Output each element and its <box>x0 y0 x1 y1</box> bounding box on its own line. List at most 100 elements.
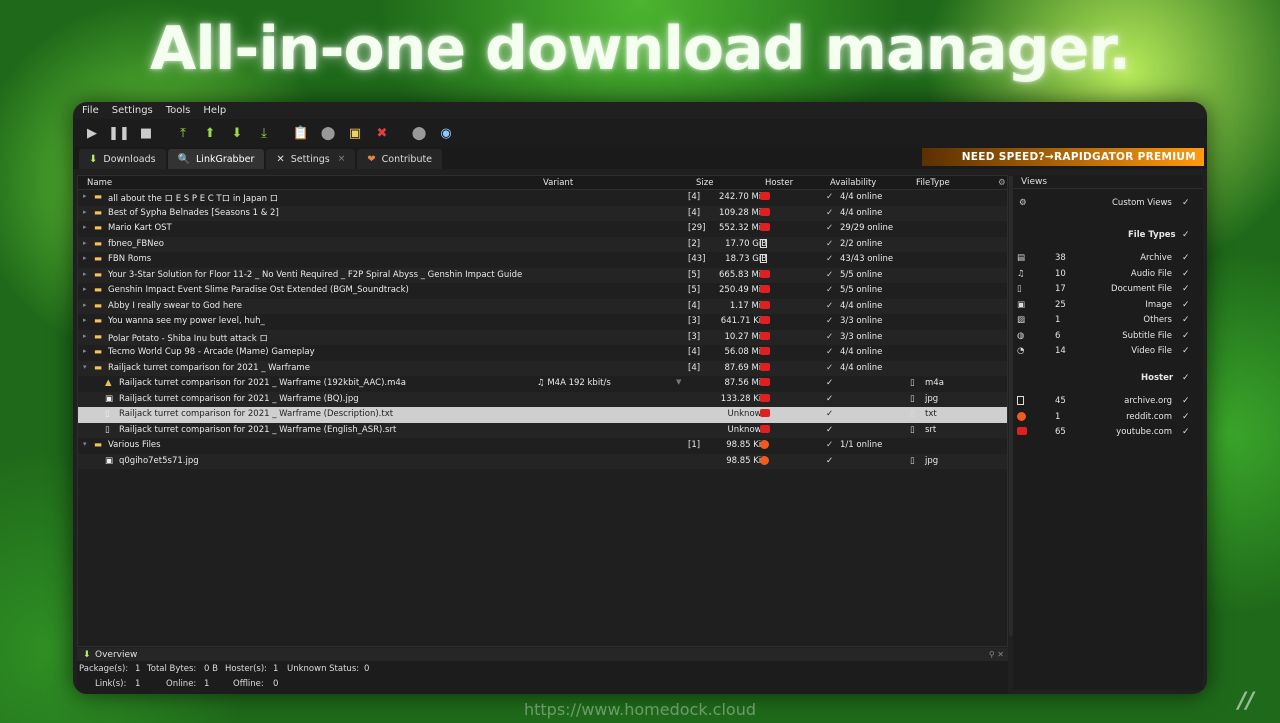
filetype-view-row[interactable]: ◍ 6 Subtitle File ✓ <box>1013 329 1203 344</box>
overview-header[interactable]: ⬇ Overview ⚲ ✕ <box>77 648 1008 661</box>
col-size[interactable]: Size <box>696 178 713 188</box>
filetype-view-row[interactable]: ▤ 38 Archive ✓ <box>1013 251 1203 266</box>
stop-icon[interactable]: ■ <box>135 122 157 144</box>
hoster-checkbox[interactable]: ✓ <box>1182 412 1190 422</box>
reddit-icon <box>760 440 769 452</box>
package-row[interactable]: ▸ ▬ Polar Potato - Shiba Inu butt attack ロ… <box>78 329 1007 345</box>
move-up-icon[interactable]: ⬆ <box>199 122 221 144</box>
filetype-view-row[interactable]: ♫ 10 Audio File ✓ <box>1013 267 1203 282</box>
row-count: [4] <box>688 207 701 218</box>
package-row[interactable]: ▾ ▬ Various Files [1] 98.85 KiB ✓ 1/1 online <box>78 438 1007 454</box>
package-row[interactable]: ▾ ▬ Railjack turret comparison for 2021 _ … <box>78 360 1007 376</box>
package-row[interactable]: ▸ ▬ Best of Sypha Belnades [Seasons 1 & 2]… <box>78 205 1007 221</box>
custom-views-row[interactable]: ⚙ Custom Views ✓ <box>1013 196 1203 211</box>
reconnect-icon[interactable]: ⬤ <box>317 122 339 144</box>
package-row[interactable]: ▸ ▬ fbneo_FBNeo [2] 17.70 GiB ✓ 2/2 online <box>78 236 1007 252</box>
row-variant[interactable]: ♫ M4A 192 kbit/s <box>537 378 611 388</box>
filetype-checkbox[interactable]: ✓ <box>1182 346 1190 356</box>
premium-icon[interactable]: ▣ <box>344 122 366 144</box>
file-types-checkbox[interactable]: ✓ <box>1182 230 1190 240</box>
hoster-checkbox[interactable]: ✓ <box>1182 427 1190 437</box>
clear-icon[interactable]: ✖ <box>371 122 393 144</box>
filetype-view-row[interactable]: ▯ 17 Document File ✓ <box>1013 282 1203 297</box>
table-body: ▸ ▬ all about the ロ E S P E C Tロ in Japan … <box>78 190 1007 469</box>
row-name: Abby I really swear to God here <box>108 300 243 311</box>
link-row[interactable]: ▣ Railjack turret comparison for 2021 _ W… <box>78 391 1007 407</box>
premium-banner[interactable]: NEED SPEED?→RAPIDGATOR PREMIUM <box>922 148 1204 166</box>
hoster-checkbox[interactable]: ✓ <box>1182 373 1190 383</box>
package-row[interactable]: ▸ ▬ Genshin Impact Event Slime Paradise Os… <box>78 283 1007 299</box>
col-filetype[interactable]: FileType <box>916 178 950 188</box>
expand-toggle-icon[interactable]: ▸ <box>83 223 87 231</box>
col-hoster[interactable]: Hoster <box>765 178 793 188</box>
hoster-section[interactable]: Hoster ✓ <box>1013 371 1203 386</box>
expand-toggle-icon[interactable]: ▸ <box>83 208 87 216</box>
package-row[interactable]: ▸ ▬ Tecmo World Cup 98 - Arcade (Mame) Gam… <box>78 345 1007 361</box>
custom-views-checkbox[interactable]: ✓ <box>1182 198 1190 208</box>
menu-help[interactable]: Help <box>203 105 226 116</box>
expand-toggle-icon[interactable]: ▸ <box>83 285 87 293</box>
package-row[interactable]: ▸ ▬ You wanna see my power level, huh_ [3] 6… <box>78 314 1007 330</box>
column-settings-icon[interactable]: ⚙ <box>998 178 1006 188</box>
row-availability: 4/4 online <box>840 362 883 373</box>
globe-icon[interactable]: ◉ <box>435 122 457 144</box>
expand-toggle-icon[interactable]: ▸ <box>83 270 87 278</box>
pin-icon[interactable]: ⚲ ✕ <box>989 650 1004 659</box>
reddit-icon <box>760 455 769 468</box>
hoster-checkbox[interactable]: ✓ <box>1182 396 1190 406</box>
filetype-checkbox[interactable]: ✓ <box>1182 300 1190 310</box>
col-name[interactable]: Name <box>87 178 112 188</box>
tab-settings[interactable]: ✕ Settings × <box>266 149 356 169</box>
clipboard-icon[interactable]: 📋 <box>290 122 312 144</box>
filetype-checkbox[interactable]: ✓ <box>1182 253 1190 263</box>
filetype-view-row[interactable]: ▨ 1 Others ✓ <box>1013 313 1203 328</box>
package-row[interactable]: ▸ ▬ Your 3-Star Solution for Floor 11-2 _ … <box>78 267 1007 283</box>
tab-linkgrabber[interactable]: 🔍 LinkGrabber <box>167 149 265 169</box>
folder-icon: ▬ <box>94 238 103 249</box>
link-row[interactable]: ▯ Railjack turret comparison for 2021 _ W… <box>78 422 1007 438</box>
link-row[interactable]: ▣ q0giho7et5s71.jpg 98.85 KiB ✓ ▯ jpg <box>78 453 1007 469</box>
menu-tools[interactable]: Tools <box>166 105 191 116</box>
expand-toggle-icon[interactable]: ▸ <box>83 347 87 355</box>
chevron-down-icon[interactable]: ▼ <box>676 378 681 386</box>
row-availability: ✓ <box>826 409 834 419</box>
package-row[interactable]: ▸ ▬ all about the ロ E S P E C Tロ in Japan … <box>78 190 1007 206</box>
link-row[interactable]: ▯ Railjack turret comparison for 2021 _ W… <box>78 407 1007 423</box>
tab-downloads[interactable]: ⬇ Downloads <box>79 149 166 169</box>
file-types-section[interactable]: File Types ✓ <box>1013 228 1203 243</box>
expand-toggle-icon[interactable]: ▸ <box>83 316 87 324</box>
filetype-checkbox[interactable]: ✓ <box>1182 331 1190 341</box>
tab-contribute[interactable]: ❤ Contribute <box>357 149 443 169</box>
col-availability[interactable]: Availability <box>830 178 876 188</box>
menu-file[interactable]: File <box>82 105 99 116</box>
expand-toggle-icon[interactable]: ▸ <box>83 332 87 340</box>
move-top-icon[interactable]: ⤒ <box>172 122 194 144</box>
expand-toggle-icon[interactable]: ▸ <box>83 239 87 247</box>
expand-toggle-icon[interactable]: ▾ <box>83 363 87 371</box>
move-bottom-icon[interactable]: ⤓ <box>253 122 275 144</box>
expand-toggle-icon[interactable]: ▸ <box>83 301 87 309</box>
update-icon[interactable]: ⬤ <box>408 122 430 144</box>
package-row[interactable]: ▸ ▬ Mario Kart OST [29] 552.32 MiB ✓ 29/29 onl… <box>78 221 1007 237</box>
filetype-checkbox[interactable]: ✓ <box>1182 269 1190 279</box>
package-row[interactable]: ▸ ▬ FBN Roms [43] 18.73 GiB ✓ 43/43 online <box>78 252 1007 268</box>
col-variant[interactable]: Variant <box>543 178 573 188</box>
row-count: [29] <box>688 223 706 233</box>
hoster-view-row[interactable]: 1 reddit.com ✓ <box>1013 410 1203 425</box>
close-icon[interactable]: × <box>338 154 346 164</box>
expand-toggle-icon[interactable]: ▾ <box>83 440 87 448</box>
expand-toggle-icon[interactable]: ▸ <box>83 254 87 262</box>
hoster-view-row[interactable]: 45 archive.org ✓ <box>1013 394 1203 409</box>
hoster-view-row[interactable]: 65 youtube.com ✓ <box>1013 425 1203 440</box>
play-icon[interactable]: ▶ <box>81 122 103 144</box>
link-row[interactable]: ▲ Railjack turret comparison for 2021 _ W… <box>78 376 1007 392</box>
expand-toggle-icon[interactable]: ▸ <box>83 192 87 200</box>
package-row[interactable]: ▸ ▬ Abby I really swear to God here [4] 1.17… <box>78 298 1007 314</box>
pause-icon[interactable]: ❚❚ <box>108 122 130 144</box>
filetype-view-row[interactable]: ▣ 25 Image ✓ <box>1013 298 1203 313</box>
menu-settings[interactable]: Settings <box>112 105 153 116</box>
filetype-checkbox[interactable]: ✓ <box>1182 284 1190 294</box>
filetype-checkbox[interactable]: ✓ <box>1182 315 1190 325</box>
move-down-icon[interactable]: ⬇ <box>226 122 248 144</box>
filetype-view-row[interactable]: ◔ 14 Video File ✓ <box>1013 344 1203 359</box>
